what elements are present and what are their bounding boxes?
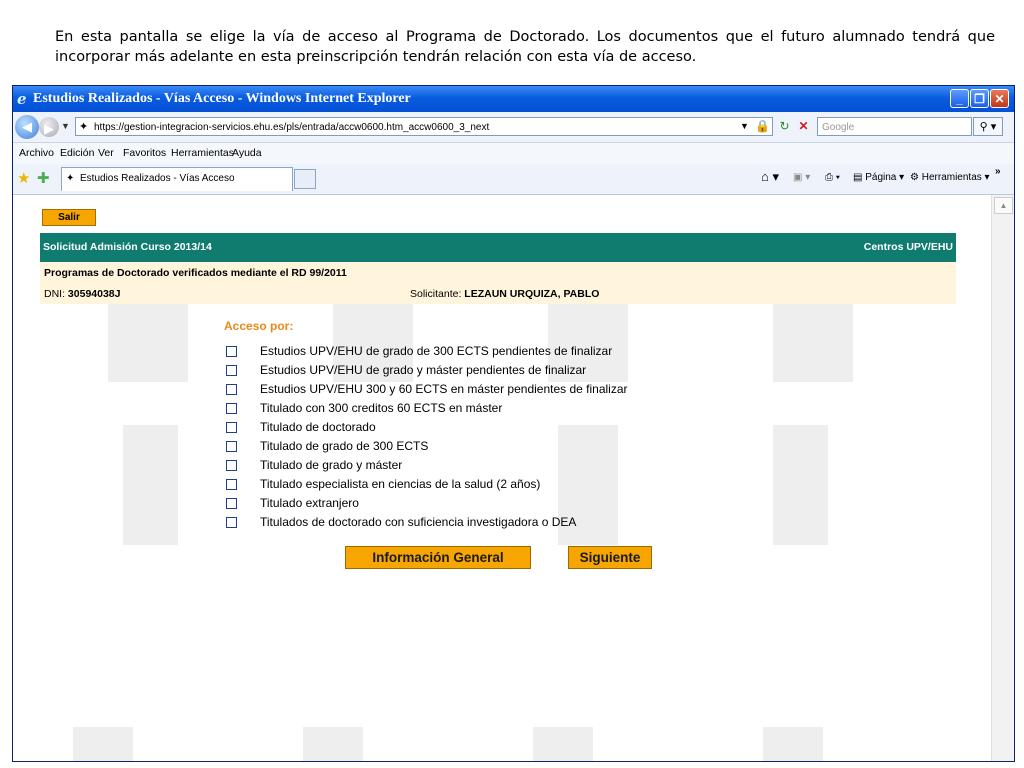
- chevron-more-icon[interactable]: »: [995, 166, 1001, 177]
- minimize-button[interactable]: _: [950, 89, 969, 108]
- ie-logo-icon: e: [17, 90, 27, 108]
- dni-label: DNI:: [44, 288, 65, 300]
- tools-menu[interactable]: ⚙ Herramientas ▾: [910, 172, 990, 183]
- page-content: Salir Solicitud Admisión Curso 2013/14 C…: [13, 195, 991, 761]
- informacion-general-button[interactable]: Información General: [345, 546, 531, 569]
- access-checkbox[interactable]: [226, 460, 237, 471]
- menu-archivo[interactable]: Archivo: [19, 147, 54, 159]
- browser-window: e Estudios Realizados - Vías Acceso - Wi…: [12, 85, 1015, 762]
- access-option-label: Titulado extranjero: [260, 496, 359, 510]
- access-option-label: Estudios UPV/EHU de grado de 300 ECTS pe…: [260, 344, 613, 358]
- site-favicon-icon: ✦: [79, 121, 89, 133]
- dni-row: DNI: 30594038J: [44, 288, 120, 300]
- url-dropdown-icon[interactable]: ▼: [735, 117, 754, 136]
- watermark-logo: [763, 727, 823, 761]
- tabs-toolbar: ★ ✚ ✦ Estudios Realizados - Vías Acceso …: [13, 164, 1014, 195]
- access-option-label: Titulados de doctorado con suficiencia i…: [260, 515, 577, 529]
- access-checkbox[interactable]: [226, 498, 237, 509]
- access-option-label: Titulado con 300 creditos 60 ECTS en más…: [260, 401, 503, 415]
- access-option-label: Titulado especialista en ciencias de la …: [260, 477, 541, 491]
- menu-herramientas[interactable]: Herramientas: [171, 147, 234, 159]
- address-bar: ◀ ▶ ▼ ✦ https://gestion-integracion-serv…: [13, 112, 1014, 143]
- feeds-icon[interactable]: ▣ ▾: [793, 172, 810, 183]
- search-input[interactable]: Google: [817, 117, 972, 136]
- slide-caption: En esta pantalla se elige la vía de acce…: [55, 29, 995, 65]
- access-option-label: Titulado de grado y máster: [260, 458, 403, 472]
- scroll-up-icon[interactable]: ▲: [994, 197, 1013, 214]
- access-checkbox[interactable]: [226, 517, 237, 528]
- siguiente-button[interactable]: Siguiente: [568, 546, 652, 569]
- page-menu-label: Página: [865, 172, 897, 183]
- watermark-logo: [303, 727, 363, 761]
- restore-button[interactable]: ❐: [970, 89, 989, 108]
- menu-ayuda[interactable]: Ayuda: [232, 147, 262, 159]
- window-title: Estudios Realizados - Vías Acceso - Wind…: [33, 91, 411, 106]
- menu-edicion[interactable]: Edición: [60, 147, 94, 159]
- access-option-label: Estudios UPV/EHU 300 y 60 ECTS en máster…: [260, 382, 628, 396]
- new-tab-button[interactable]: [294, 169, 316, 189]
- access-option-label: Estudios UPV/EHU de grado y máster pendi…: [260, 363, 587, 377]
- access-checkbox[interactable]: [226, 346, 237, 357]
- watermark-logo: [73, 727, 133, 761]
- access-checkbox[interactable]: [226, 365, 237, 376]
- menu-bar: Archivo Edición Ver Favoritos Herramient…: [13, 143, 1014, 164]
- solicitante-label: Solicitante:: [410, 288, 462, 300]
- access-checkbox[interactable]: [226, 384, 237, 395]
- forward-icon[interactable]: ▶: [39, 117, 59, 137]
- refresh-icon[interactable]: ↻: [775, 117, 794, 136]
- page-menu[interactable]: ▤ Página ▾: [853, 172, 904, 183]
- vertical-scrollbar[interactable]: ▲: [991, 195, 1014, 761]
- browser-tab[interactable]: ✦ Estudios Realizados - Vías Acceso: [61, 167, 293, 191]
- lock-icon[interactable]: 🔒: [753, 117, 772, 136]
- salir-button[interactable]: Salir: [42, 209, 96, 226]
- favorites-star-icon[interactable]: ★: [17, 169, 30, 187]
- access-option-label: Titulado de doctorado: [260, 420, 376, 434]
- access-option-label: Titulado de grado de 300 ECTS: [260, 439, 429, 453]
- solicitante-value: LEZAUN URQUIZA, PABLO: [464, 288, 600, 300]
- menu-ver[interactable]: Ver: [98, 147, 114, 159]
- stop-icon[interactable]: ✕: [794, 117, 813, 136]
- url-text: https://gestion-integracion-servicios.eh…: [94, 122, 490, 133]
- add-favorite-icon[interactable]: ✚: [37, 169, 50, 187]
- access-checkbox[interactable]: [226, 403, 237, 414]
- tab-favicon-icon: ✦: [66, 173, 75, 184]
- home-icon[interactable]: ⌂ ▾: [761, 169, 779, 185]
- history-dropdown-icon[interactable]: ▼: [61, 121, 70, 131]
- access-checkbox[interactable]: [226, 422, 237, 433]
- tab-label: Estudios Realizados - Vías Acceso: [80, 173, 235, 184]
- form-header: Solicitud Admisión Curso 2013/14 Centros…: [40, 233, 956, 262]
- close-button[interactable]: ✕: [990, 89, 1009, 108]
- solicitante-row: Solicitante: LEZAUN URQUIZA, PABLO: [410, 288, 599, 300]
- watermark-logo: [773, 425, 828, 545]
- access-checkbox[interactable]: [226, 479, 237, 490]
- search-icon[interactable]: ⚲ ▾: [973, 117, 1003, 136]
- programa-text: Programas de Doctorado verificados media…: [44, 267, 347, 279]
- acceso-label: Acceso por:: [224, 319, 294, 333]
- watermark-logo: [123, 425, 178, 545]
- access-checkbox[interactable]: [226, 441, 237, 452]
- print-icon[interactable]: ⎙ ▾: [825, 172, 840, 183]
- form-header-title: Solicitud Admisión Curso 2013/14: [43, 241, 212, 253]
- title-bar: e Estudios Realizados - Vías Acceso - Wi…: [13, 86, 1014, 112]
- watermark-logo: [533, 727, 593, 761]
- back-icon[interactable]: ◀: [15, 115, 39, 139]
- tools-menu-label: Herramientas: [921, 172, 982, 183]
- form-header-centros: Centros UPV/EHU: [863, 241, 953, 253]
- applicant-info: Programas de Doctorado verificados media…: [40, 262, 956, 304]
- dni-value: 30594038J: [67, 288, 121, 300]
- menu-favoritos[interactable]: Favoritos: [123, 147, 166, 159]
- url-field[interactable]: ✦ https://gestion-integracion-servicios.…: [75, 117, 773, 136]
